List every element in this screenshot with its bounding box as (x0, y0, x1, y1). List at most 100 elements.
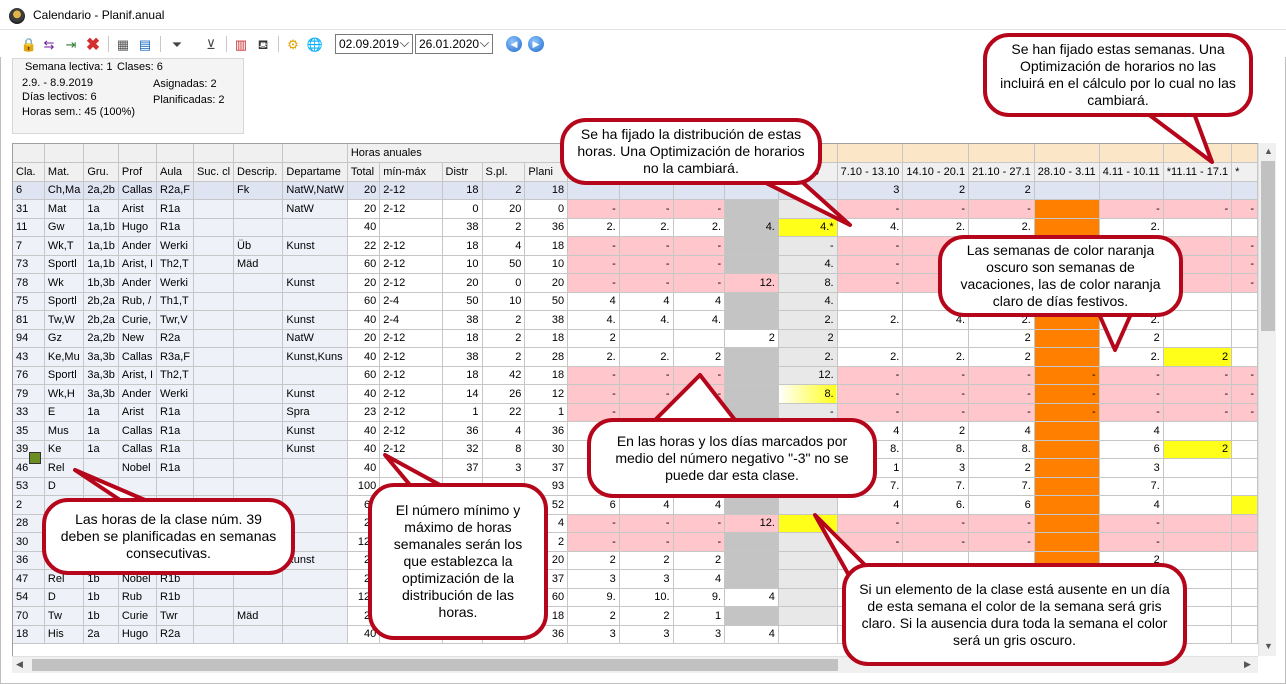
table-cell[interactable] (193, 440, 235, 459)
table-cell[interactable]: 2 (902, 421, 970, 441)
table-cell[interactable]: 2-4 (379, 292, 443, 311)
table-cell[interactable]: Mat (44, 199, 85, 219)
table-cell[interactable]: 4 (673, 495, 726, 515)
table-cell[interactable]: 18 (442, 329, 483, 348)
table-cell[interactable] (193, 403, 235, 422)
table-cell[interactable]: Ander (118, 384, 158, 404)
column-header[interactable]: Total (347, 162, 381, 182)
table-cell[interactable]: 4 (482, 236, 526, 256)
table-cell[interactable] (233, 366, 284, 385)
table-row[interactable]: 31 Mat 1a Arist R1a NatW 20 2-12 0 20 0- - - - - - - - - - (13, 199, 1258, 219)
table-cell[interactable] (1231, 181, 1258, 200)
lock-icon[interactable]: 🔒 (20, 35, 38, 53)
table-cell[interactable] (193, 477, 235, 496)
table-cell[interactable]: 4 (673, 292, 726, 311)
table-cell[interactable]: 1b (83, 588, 119, 607)
table-cell[interactable]: Sportl (44, 255, 85, 274)
table-cell[interactable]: 20 (347, 199, 381, 219)
table-cell[interactable]: 0 (482, 273, 526, 293)
table-cell[interactable]: Rel (44, 458, 85, 478)
table-cell[interactable] (778, 625, 838, 644)
table-cell[interactable]: 20 (524, 273, 569, 293)
table-cell[interactable]: - (902, 384, 970, 404)
table-cell[interactable]: Kunst (282, 310, 348, 330)
table-cell[interactable]: 2-12 (379, 366, 443, 385)
table-cell[interactable] (1034, 440, 1100, 459)
table-cell[interactable]: - (837, 273, 904, 293)
table-cell[interactable]: 4 (1099, 421, 1164, 441)
table-cell[interactable] (724, 347, 779, 367)
table-cell[interactable]: Rub (118, 588, 158, 607)
table-cell[interactable]: 8. (902, 440, 970, 459)
table-cell[interactable]: Th1,T (156, 292, 194, 311)
table-cell[interactable]: - (673, 236, 726, 256)
table-cell[interactable]: 4 (724, 588, 779, 607)
table-cell[interactable] (1034, 495, 1100, 515)
table-cell[interactable] (282, 625, 348, 644)
table-cell[interactable]: Ander (118, 236, 158, 256)
table-cell[interactable] (83, 477, 119, 496)
column-header[interactable]: Gru. (83, 162, 119, 182)
table-cell[interactable]: - (619, 366, 674, 385)
table-cell[interactable] (282, 495, 348, 515)
table-cell[interactable]: - (1099, 199, 1164, 219)
table-cell[interactable]: 4 (1099, 495, 1164, 515)
table-cell[interactable]: 4. (619, 310, 674, 330)
table-cell[interactable]: 1 (442, 403, 483, 422)
table-cell[interactable]: - (1231, 236, 1258, 256)
table-cell[interactable]: - (1231, 255, 1258, 274)
table-cell[interactable]: 3 (619, 569, 674, 589)
table-cell[interactable]: - (837, 236, 904, 256)
table-cell[interactable]: Hugo (118, 218, 158, 237)
table-cell[interactable] (193, 458, 235, 478)
table-cell[interactable] (233, 588, 284, 607)
table-cell[interactable] (1231, 347, 1258, 367)
table-cell[interactable]: 0 (524, 199, 569, 219)
table-cell[interactable]: 18 (524, 181, 569, 200)
column-header[interactable]: Descrip. (233, 162, 284, 182)
table-cell[interactable] (193, 273, 235, 293)
table-cell[interactable]: 12. (778, 366, 838, 385)
table-cell[interactable]: 3a,3b (83, 366, 119, 385)
table-cell[interactable] (193, 421, 235, 441)
table-cell[interactable] (193, 199, 235, 219)
table-cell[interactable]: 2a (83, 625, 119, 644)
table-cell[interactable]: - (1099, 366, 1164, 385)
table-cell[interactable]: 32 (442, 440, 483, 459)
table-cell[interactable]: Curie (118, 606, 158, 626)
table-cell[interactable]: 2-12 (379, 440, 443, 459)
table-cell[interactable] (233, 292, 284, 311)
table-cell[interactable] (778, 514, 838, 533)
table-cell[interactable]: 1b,3b (83, 273, 119, 293)
table-cell[interactable]: 4 (619, 292, 674, 311)
table-cell[interactable]: Callas (118, 421, 158, 441)
column-header[interactable]: 21.10 - 27.1 (968, 162, 1035, 182)
table-cell[interactable]: 2 (968, 458, 1035, 478)
table-cell[interactable]: 50 (442, 292, 483, 311)
table-cell[interactable]: Twr (156, 606, 194, 626)
table-cell[interactable]: - (619, 273, 674, 293)
table-cell[interactable] (233, 477, 284, 496)
table-cell[interactable]: - (1163, 366, 1233, 385)
table-cell[interactable]: 18 (13, 625, 45, 644)
table-cell[interactable]: D (44, 477, 85, 496)
table-cell[interactable]: 20 (347, 273, 381, 293)
table-cell[interactable] (1231, 218, 1258, 237)
table-cell[interactable]: 2-12 (379, 329, 443, 348)
table-cell[interactable]: Sportl (44, 366, 85, 385)
table-cell[interactable]: 8. (778, 273, 838, 293)
table-cell[interactable]: 35 (13, 421, 45, 441)
table-cell[interactable]: 50 (482, 255, 526, 274)
table-cell[interactable]: 81 (13, 310, 45, 330)
table-cell[interactable]: 4 (619, 495, 674, 515)
globe-icon[interactable]: 🌐 (306, 35, 324, 53)
table-cell[interactable] (233, 403, 284, 422)
table-cell[interactable]: 31 (13, 199, 45, 219)
table-cell[interactable]: Sportl (44, 292, 85, 311)
table-cell[interactable]: 4. (673, 310, 726, 330)
table-cell[interactable] (1034, 181, 1100, 200)
print-icon[interactable]: ▤ (136, 35, 154, 53)
table-cell[interactable] (619, 329, 674, 348)
table-cell[interactable]: 30 (13, 532, 45, 552)
table-cell[interactable] (778, 495, 838, 515)
